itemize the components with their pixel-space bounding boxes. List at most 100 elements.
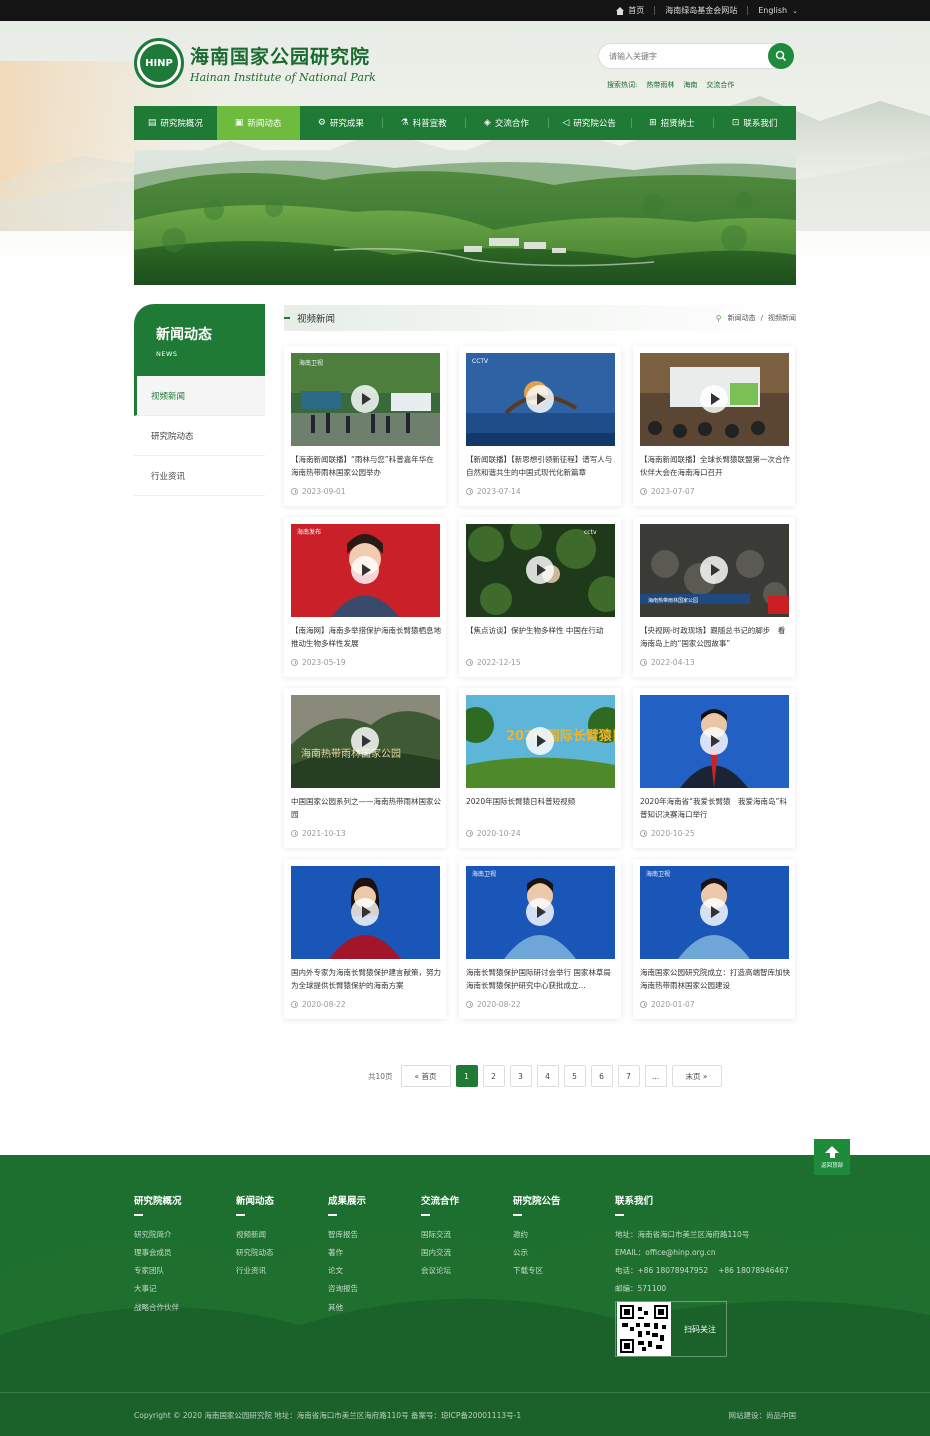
footer-col-title[interactable]: 新闻动态 (236, 1193, 274, 1207)
footer-link[interactable]: 公示 (513, 1244, 561, 1262)
play-icon[interactable] (351, 556, 379, 584)
nav-item-science[interactable]: ⚗ 科普宣教 (382, 106, 465, 140)
play-icon[interactable] (700, 727, 728, 755)
sidebar-item-institute-news[interactable]: 研究院动态 (134, 416, 265, 456)
footer-link[interactable]: 国内交流 (421, 1244, 459, 1262)
language-label[interactable]: English (758, 6, 787, 15)
search-input[interactable] (599, 44, 759, 68)
play-icon[interactable] (700, 385, 728, 413)
video-thumbnail[interactable]: 海南热带雨林国家公园 (291, 695, 440, 788)
card-title[interactable]: 【海南新闻联播】“雨林与您”科普嘉年华在海南热带雨林国家公园举办 (291, 453, 441, 479)
video-card[interactable]: 海南卫视 【海南新闻联播】“雨林与您”科普嘉年华在海南热带雨林国家公园举办 20… (284, 346, 446, 506)
play-icon[interactable] (351, 898, 379, 926)
play-icon[interactable] (526, 727, 554, 755)
sidebar-item-video-news[interactable]: 视频新闻 (134, 376, 265, 416)
video-card[interactable]: cctv 【焦点访谈】保护生物多样性 中国在行动 2022-12-15 (459, 517, 621, 677)
video-card[interactable]: 海南发布 【南海网】海南多举措保护海南长臂猿栖息地 推动生物多样性发展 2023… (284, 517, 446, 677)
page-button[interactable]: 6 (590, 1065, 613, 1087)
breadcrumb-current[interactable]: 视频新闻 (768, 313, 796, 323)
home-link-text[interactable]: 首页 (628, 5, 644, 16)
home-link[interactable]: 首页 (616, 5, 644, 16)
video-thumbnail[interactable] (640, 353, 789, 446)
footer-link[interactable]: 大事记 (134, 1280, 182, 1298)
nav-item-cooperation[interactable]: ◈ 交流合作 (465, 106, 548, 140)
video-thumbnail[interactable]: 海南卫视 (291, 353, 440, 446)
nav-item-about[interactable]: ▤ 研究院概况 (134, 106, 217, 140)
footer-link[interactable]: 会议论坛 (421, 1262, 459, 1280)
nav-item-recruit[interactable]: ⊞ 招贤纳士 (630, 106, 714, 140)
video-thumbnail[interactable]: 2020 国际长臂猿日 (466, 695, 615, 788)
video-card[interactable]: 国内外专家为海南长臂猿保护建言献策，努力为全球提供长臂猿保护的海南方案 2020… (284, 859, 446, 1019)
video-card[interactable]: 【海南新闻联播】全球长臂猿联盟第一次合作伙伴大会在海南海口召开 2023-07-… (633, 346, 795, 506)
video-thumbnail[interactable] (640, 695, 789, 788)
video-thumbnail[interactable] (291, 866, 440, 959)
play-icon[interactable] (351, 385, 379, 413)
play-icon[interactable] (526, 898, 554, 926)
footer-link[interactable]: 下载专区 (513, 1262, 561, 1280)
play-icon[interactable] (700, 556, 728, 584)
footer-link[interactable]: 研究院简介 (134, 1226, 182, 1244)
page-button[interactable]: 7 (617, 1065, 640, 1087)
video-thumbnail[interactable]: 海南卫视 (466, 866, 615, 959)
nav-item-news[interactable]: ▣ 新闻动态 (216, 106, 300, 140)
video-card[interactable]: CCTV 【新闻联播】【新思想引领新征程】谱写人与自然和谐共生的中国式现代化新篇… (459, 346, 621, 506)
footer-link[interactable]: 战略合作伙伴 (134, 1299, 182, 1317)
footer-link[interactable]: 国际交流 (421, 1226, 459, 1244)
footer-col-title[interactable]: 成果展示 (328, 1193, 366, 1207)
hot-keyword[interactable]: 交流合作 (706, 80, 734, 90)
nav-item-notices[interactable]: ◁ 研究院公告 (547, 106, 631, 140)
card-title[interactable]: 【焦点访谈】保护生物多样性 中国在行动 (466, 624, 616, 650)
first-page-button[interactable]: « 首页 (400, 1065, 451, 1087)
video-card[interactable]: 2020 国际长臂猿日 2020年国际长臂猿日科普短视频 2020-10-24 (459, 688, 621, 848)
card-title[interactable]: 【南海网】海南多举措保护海南长臂猿栖息地 推动生物多样性发展 (291, 624, 441, 650)
video-thumbnail[interactable]: 海南发布 (291, 524, 440, 617)
page-button[interactable]: 3 (509, 1065, 532, 1087)
card-title[interactable]: 【新闻联播】【新思想引领新征程】谱写人与自然和谐共生的中国式现代化新篇章 (466, 453, 616, 479)
video-thumbnail[interactable]: cctv (466, 524, 615, 617)
footer-link[interactable]: 著作 (328, 1244, 366, 1262)
video-card[interactable]: 海南卫视 海南国家公园研究院成立：打造高端智库加快海南热带雨林国家公园建设 20… (633, 859, 795, 1019)
card-title[interactable]: 【海南新闻联播】全球长臂猿联盟第一次合作伙伴大会在海南海口召开 (640, 453, 790, 479)
card-title[interactable]: 中国国家公园系列之——海南热带雨林国家公园 (291, 795, 441, 821)
hot-keyword[interactable]: 热带雨林 (646, 80, 674, 90)
video-card[interactable]: 2020年海南省“我爱长臂猿 我爱海南岛”科普知识决赛海口举行 2020-10-… (633, 688, 795, 848)
sidebar-item-industry-news[interactable]: 行业资讯 (134, 456, 265, 496)
site-logo[interactable]: HINP 海南国家公园研究院 Hainan Institute of Natio… (134, 38, 376, 88)
footer-col-title[interactable]: 研究院公告 (513, 1193, 561, 1207)
foundation-link[interactable]: 海南绿岛基金会网站 (665, 5, 737, 16)
breadcrumb-link[interactable]: 新闻动态 (728, 313, 756, 323)
card-title[interactable]: 2020年海南省“我爱长臂猿 我爱海南岛”科普知识决赛海口举行 (640, 795, 790, 821)
page-button[interactable]: 2 (482, 1065, 505, 1087)
card-title[interactable]: 海南长臂猿保护国际研讨会举行 国家林草局海南长臂猿保护研究中心获批成立... (466, 966, 616, 992)
last-page-button[interactable]: 末页 » (671, 1065, 722, 1087)
footer-link[interactable]: 其他 (328, 1299, 366, 1317)
footer-link[interactable]: 论文 (328, 1262, 366, 1280)
footer-link[interactable]: 专家团队 (134, 1262, 182, 1280)
footer-link[interactable]: 研究院动态 (236, 1244, 274, 1262)
video-thumbnail[interactable]: 海南卫视 (640, 866, 789, 959)
search-button[interactable] (768, 43, 794, 69)
video-thumbnail[interactable]: 海南热带雨林国家公园 (640, 524, 789, 617)
video-card[interactable]: 海南热带雨林国家公园 【央视网-时政现场】跟随总书记的脚步 看海南岛上的“国家公… (633, 517, 795, 677)
video-thumbnail[interactable]: CCTV (466, 353, 615, 446)
footer-link[interactable]: 视频新闻 (236, 1226, 274, 1244)
card-title[interactable]: 【央视网-时政现场】跟随总书记的脚步 看海南岛上的“国家公园故事” (640, 624, 790, 650)
site-builder-credit[interactable]: 网站建设：尚品中国 (729, 1410, 797, 1421)
nav-item-research[interactable]: ⚙ 研究成果 (300, 106, 383, 140)
hot-keyword[interactable]: 海南 (683, 80, 697, 90)
back-to-top-button[interactable]: 返回顶部 (814, 1139, 850, 1175)
page-button[interactable]: 4 (536, 1065, 559, 1087)
card-title[interactable]: 海南国家公园研究院成立：打造高端智库加快海南热带雨林国家公园建设 (640, 966, 790, 992)
play-icon[interactable] (351, 727, 379, 755)
play-icon[interactable] (526, 556, 554, 584)
footer-link[interactable]: 行业资讯 (236, 1262, 274, 1280)
video-card[interactable]: 海南热带雨林国家公园 中国国家公园系列之——海南热带雨林国家公园 2021-10… (284, 688, 446, 848)
card-title[interactable]: 国内外专家为海南长臂猿保护建言献策，努力为全球提供长臂猿保护的海南方案 (291, 966, 441, 992)
footer-col-title[interactable]: 交流合作 (421, 1193, 459, 1207)
footer-col-title[interactable]: 研究院概况 (134, 1193, 182, 1207)
page-button[interactable]: 5 (563, 1065, 586, 1087)
video-card[interactable]: 海南卫视 海南长臂猿保护国际研讨会举行 国家林草局海南长臂猿保护研究中心获批成立… (459, 859, 621, 1019)
footer-col-title[interactable]: 联系我们 (615, 1193, 789, 1207)
page-button[interactable]: 1 (455, 1065, 478, 1087)
footer-link[interactable]: 理事会成员 (134, 1244, 182, 1262)
